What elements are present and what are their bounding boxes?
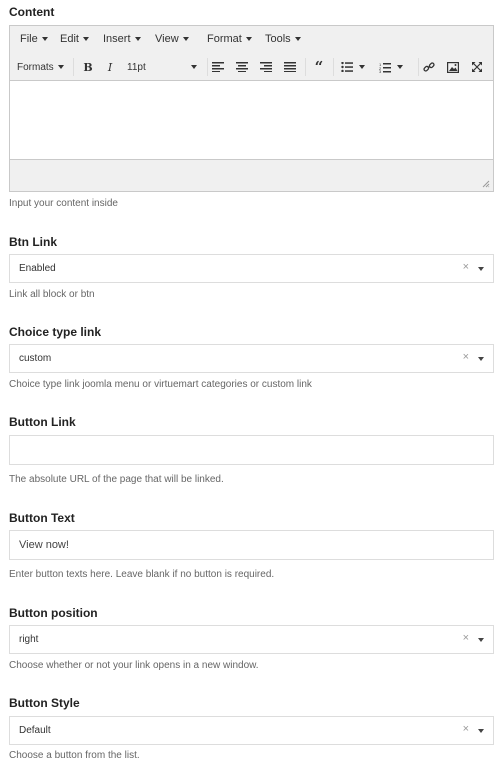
choice-type-link-select[interactable]: custom × [9, 344, 494, 373]
clear-icon[interactable]: × [463, 351, 469, 363]
bold-icon[interactable]: B [80, 59, 96, 75]
choice-type-link-help: Choice type link joomla menu or virtuema… [9, 379, 312, 390]
italic-icon[interactable]: I [102, 59, 118, 75]
btn-link-value: Enabled [19, 263, 56, 274]
button-position-help: Choose whether or not your link opens in… [9, 660, 259, 671]
blockquote-icon[interactable]: “ [312, 58, 326, 76]
button-style-help: Choose a button from the list. [9, 750, 140, 761]
button-text-label: Button Text [9, 511, 75, 525]
button-style-select[interactable]: Default × [9, 716, 494, 745]
chevron-down-icon [397, 65, 403, 69]
button-position-value: right [19, 634, 39, 645]
button-link-help: The absolute URL of the page that will b… [9, 474, 224, 485]
menu-edit[interactable]: Edit [60, 33, 89, 45]
numbered-list-icon[interactable]: 123 [379, 59, 403, 75]
font-size-dropdown[interactable]: 11pt [127, 59, 197, 75]
chevron-down-icon[interactable] [478, 638, 484, 642]
link-icon[interactable] [422, 59, 436, 75]
chevron-down-icon [191, 65, 197, 69]
button-style-label: Button Style [9, 696, 80, 710]
btn-link-select[interactable]: Enabled × [9, 254, 494, 283]
justify-icon[interactable] [283, 59, 297, 75]
formats-dropdown[interactable]: Formats [17, 59, 64, 75]
chevron-down-icon[interactable] [478, 729, 484, 733]
clear-icon[interactable]: × [463, 261, 469, 273]
button-link-input[interactable] [9, 435, 494, 465]
editor-statusbar [10, 159, 493, 191]
menu-format[interactable]: Format [207, 33, 252, 45]
toolbar-divider [305, 58, 306, 76]
choice-type-link-label: Choice type link [9, 325, 102, 339]
toolbar-divider [418, 58, 419, 76]
clear-icon[interactable]: × [463, 632, 469, 644]
button-text-input[interactable]: View now! [9, 530, 494, 560]
menu-tools[interactable]: Tools [265, 33, 301, 45]
resize-handle-icon[interactable] [482, 180, 490, 188]
content-help: Input your content inside [9, 198, 118, 209]
chevron-down-icon [245, 37, 252, 42]
btn-link-help: Link all block or btn [9, 289, 95, 300]
editor-menubar: File Edit Insert View Format Tools [10, 26, 493, 55]
editor-content-area[interactable] [10, 81, 493, 161]
chevron-down-icon [82, 37, 89, 42]
fullscreen-icon[interactable] [470, 59, 484, 75]
align-right-icon[interactable] [259, 59, 273, 75]
button-style-value: Default [19, 725, 51, 736]
btn-link-label: Btn Link [9, 235, 57, 249]
bullet-list-icon[interactable] [341, 59, 365, 75]
button-link-label: Button Link [9, 415, 76, 429]
chevron-down-icon [57, 65, 64, 69]
chevron-down-icon [182, 37, 189, 42]
chevron-down-icon [294, 37, 301, 42]
toolbar-divider [73, 58, 74, 76]
content-label: Content [9, 5, 55, 19]
toolbar-divider [333, 58, 334, 76]
chevron-down-icon[interactable] [478, 357, 484, 361]
clear-icon[interactable]: × [463, 723, 469, 735]
chevron-down-icon [359, 65, 365, 69]
chevron-down-icon [41, 37, 48, 42]
align-left-icon[interactable] [211, 59, 225, 75]
menu-file[interactable]: File [20, 33, 48, 45]
chevron-down-icon [134, 37, 141, 42]
button-text-value: View now! [19, 539, 69, 551]
align-center-icon[interactable] [235, 59, 249, 75]
svg-text:3: 3 [379, 69, 382, 73]
choice-type-link-value: custom [19, 353, 52, 364]
image-icon[interactable] [446, 59, 460, 75]
button-position-label: Button position [9, 606, 98, 620]
button-text-help: Enter button texts here. Leave blank if … [9, 569, 275, 580]
rich-text-editor: File Edit Insert View Format Tools Forma… [9, 25, 494, 192]
button-position-select[interactable]: right × [9, 625, 494, 654]
menu-insert[interactable]: Insert [103, 33, 141, 45]
chevron-down-icon[interactable] [478, 267, 484, 271]
toolbar-divider [207, 58, 208, 76]
menu-view[interactable]: View [155, 33, 189, 45]
editor-toolbar: Formats B I 11pt “ 123 [10, 54, 493, 81]
